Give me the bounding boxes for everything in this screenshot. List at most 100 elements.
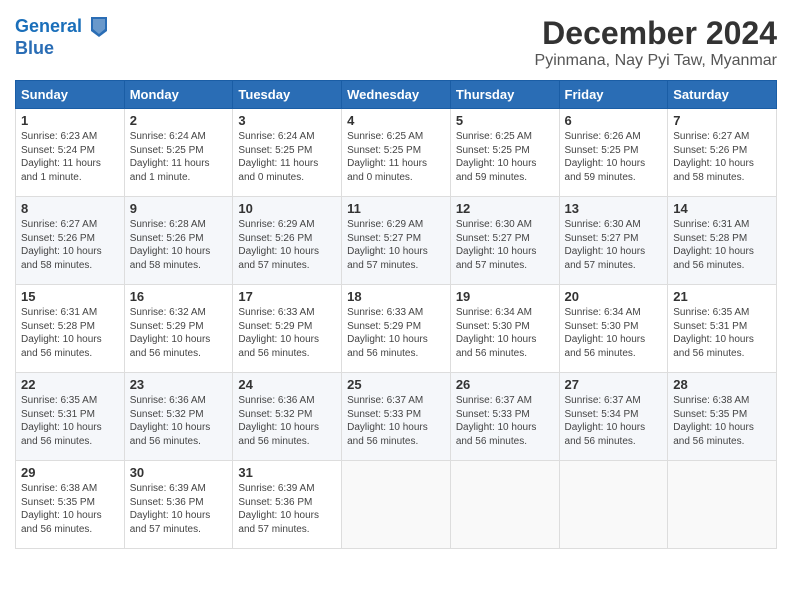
calendar-cell	[668, 461, 777, 549]
day-number: 5	[456, 113, 554, 128]
day-number: 19	[456, 289, 554, 304]
cell-content: Sunrise: 6:38 AM Sunset: 5:35 PM Dayligh…	[673, 394, 771, 448]
calendar-cell: 28 Sunrise: 6:38 AM Sunset: 5:35 PM Dayli…	[668, 373, 777, 461]
day-number: 21	[673, 289, 771, 304]
day-number: 2	[130, 113, 228, 128]
cell-content: Sunrise: 6:37 AM Sunset: 5:33 PM Dayligh…	[347, 394, 445, 448]
calendar-cell: 12 Sunrise: 6:30 AM Sunset: 5:27 PM Dayli…	[450, 197, 559, 285]
day-number: 23	[130, 377, 228, 392]
day-number: 17	[238, 289, 336, 304]
cell-content: Sunrise: 6:27 AM Sunset: 5:26 PM Dayligh…	[673, 130, 771, 184]
cell-content: Sunrise: 6:27 AM Sunset: 5:26 PM Dayligh…	[21, 218, 119, 272]
day-number: 29	[21, 465, 119, 480]
calendar-cell: 16Sunrise: 6:32 AM Sunset: 5:29 PM Dayli…	[124, 285, 233, 373]
calendar-cell	[450, 461, 559, 549]
location: Pyinmana, Nay Pyi Taw, Myanmar	[535, 52, 777, 70]
day-number: 10	[238, 201, 336, 216]
calendar-cell: 18 Sunrise: 6:33 AM Sunset: 5:29 PM Dayli…	[342, 285, 451, 373]
calendar-cell: 26Sunrise: 6:37 AM Sunset: 5:33 PM Dayli…	[450, 373, 559, 461]
calendar-week-row: 1Sunrise: 6:23 AM Sunset: 5:24 PM Daylig…	[16, 109, 777, 197]
logo: General Blue	[15, 15, 109, 59]
cell-content: Sunrise: 6:34 AM Sunset: 5:30 PM Dayligh…	[565, 306, 663, 360]
day-number: 24	[238, 377, 336, 392]
cell-content: Sunrise: 6:29 AM Sunset: 5:27 PM Dayligh…	[347, 218, 445, 272]
day-number: 18	[347, 289, 445, 304]
cell-content: Sunrise: 6:35 AM Sunset: 5:31 PM Dayligh…	[673, 306, 771, 360]
calendar-cell: 2 Sunrise: 6:24 AM Sunset: 5:25 PM Daylig…	[124, 109, 233, 197]
cell-content: Sunrise: 6:24 AM Sunset: 5:25 PM Dayligh…	[130, 130, 228, 184]
weekday-header: Tuesday	[233, 81, 342, 109]
day-number: 14	[673, 201, 771, 216]
cell-content: Sunrise: 6:24 AM Sunset: 5:25 PM Dayligh…	[238, 130, 336, 184]
page-header: General Blue December 2024 Pyinmana, Nay…	[15, 15, 777, 70]
calendar-week-row: 15 Sunrise: 6:31 AM Sunset: 5:28 PM Dayli…	[16, 285, 777, 373]
cell-content: Sunrise: 6:30 AM Sunset: 5:27 PM Dayligh…	[456, 218, 554, 272]
cell-content: Sunrise: 6:35 AM Sunset: 5:31 PM Dayligh…	[21, 394, 119, 448]
calendar-cell: 5 Sunrise: 6:25 AM Sunset: 5:25 PM Daylig…	[450, 109, 559, 197]
day-number: 12	[456, 201, 554, 216]
cell-content: Sunrise: 6:25 AM Sunset: 5:25 PM Dayligh…	[456, 130, 554, 184]
cell-content: Sunrise: 6:39 AM Sunset: 5:36 PM Dayligh…	[130, 482, 228, 536]
calendar-cell: 22 Sunrise: 6:35 AM Sunset: 5:31 PM Dayli…	[16, 373, 125, 461]
calendar-cell: 19Sunrise: 6:34 AM Sunset: 5:30 PM Dayli…	[450, 285, 559, 373]
calendar-week-row: 8 Sunrise: 6:27 AM Sunset: 5:26 PM Daylig…	[16, 197, 777, 285]
calendar-cell: 9Sunrise: 6:28 AM Sunset: 5:26 PM Daylig…	[124, 197, 233, 285]
day-number: 22	[21, 377, 119, 392]
calendar-cell: 11 Sunrise: 6:29 AM Sunset: 5:27 PM Dayli…	[342, 197, 451, 285]
cell-content: Sunrise: 6:31 AM Sunset: 5:28 PM Dayligh…	[673, 218, 771, 272]
weekday-header-row: SundayMondayTuesdayWednesdayThursdayFrid…	[16, 81, 777, 109]
weekday-header: Friday	[559, 81, 668, 109]
calendar-cell: 8 Sunrise: 6:27 AM Sunset: 5:26 PM Daylig…	[16, 197, 125, 285]
day-number: 4	[347, 113, 445, 128]
day-number: 20	[565, 289, 663, 304]
day-number: 28	[673, 377, 771, 392]
cell-content: Sunrise: 6:37 AM Sunset: 5:33 PM Dayligh…	[456, 394, 554, 448]
calendar-cell: 21 Sunrise: 6:35 AM Sunset: 5:31 PM Dayli…	[668, 285, 777, 373]
logo-text: General	[15, 15, 109, 39]
calendar-cell: 20 Sunrise: 6:34 AM Sunset: 5:30 PM Dayli…	[559, 285, 668, 373]
day-number: 11	[347, 201, 445, 216]
day-number: 30	[130, 465, 228, 480]
day-number: 8	[21, 201, 119, 216]
calendar-cell: 25 Sunrise: 6:37 AM Sunset: 5:33 PM Dayli…	[342, 373, 451, 461]
cell-content: Sunrise: 6:33 AM Sunset: 5:29 PM Dayligh…	[347, 306, 445, 360]
calendar-week-row: 29Sunrise: 6:38 AM Sunset: 5:35 PM Dayli…	[16, 461, 777, 549]
calendar-cell: 14 Sunrise: 6:31 AM Sunset: 5:28 PM Dayli…	[668, 197, 777, 285]
day-number: 27	[565, 377, 663, 392]
calendar-cell: 23 Sunrise: 6:36 AM Sunset: 5:32 PM Dayli…	[124, 373, 233, 461]
calendar-cell: 13 Sunrise: 6:30 AM Sunset: 5:27 PM Dayli…	[559, 197, 668, 285]
calendar-table: SundayMondayTuesdayWednesdayThursdayFrid…	[15, 80, 777, 549]
cell-content: Sunrise: 6:37 AM Sunset: 5:34 PM Dayligh…	[565, 394, 663, 448]
calendar-cell	[342, 461, 451, 549]
calendar-cell: 10Sunrise: 6:29 AM Sunset: 5:26 PM Dayli…	[233, 197, 342, 285]
cell-content: Sunrise: 6:23 AM Sunset: 5:24 PM Dayligh…	[21, 130, 119, 184]
day-number: 3	[238, 113, 336, 128]
cell-content: Sunrise: 6:25 AM Sunset: 5:25 PM Dayligh…	[347, 130, 445, 184]
day-number: 13	[565, 201, 663, 216]
weekday-header: Wednesday	[342, 81, 451, 109]
cell-content: Sunrise: 6:33 AM Sunset: 5:29 PM Dayligh…	[238, 306, 336, 360]
day-number: 7	[673, 113, 771, 128]
day-number: 31	[238, 465, 336, 480]
day-number: 25	[347, 377, 445, 392]
day-number: 6	[565, 113, 663, 128]
cell-content: Sunrise: 6:30 AM Sunset: 5:27 PM Dayligh…	[565, 218, 663, 272]
calendar-cell: 3 Sunrise: 6:24 AM Sunset: 5:25 PM Daylig…	[233, 109, 342, 197]
calendar-cell: 4 Sunrise: 6:25 AM Sunset: 5:25 PM Daylig…	[342, 109, 451, 197]
cell-content: Sunrise: 6:31 AM Sunset: 5:28 PM Dayligh…	[21, 306, 119, 360]
cell-content: Sunrise: 6:36 AM Sunset: 5:32 PM Dayligh…	[130, 394, 228, 448]
calendar-cell: 17 Sunrise: 6:33 AM Sunset: 5:29 PM Dayli…	[233, 285, 342, 373]
cell-content: Sunrise: 6:39 AM Sunset: 5:36 PM Dayligh…	[238, 482, 336, 536]
calendar-week-row: 22 Sunrise: 6:35 AM Sunset: 5:31 PM Dayli…	[16, 373, 777, 461]
title-block: December 2024 Pyinmana, Nay Pyi Taw, Mya…	[535, 15, 777, 70]
cell-content: Sunrise: 6:26 AM Sunset: 5:25 PM Dayligh…	[565, 130, 663, 184]
day-number: 15	[21, 289, 119, 304]
weekday-header: Sunday	[16, 81, 125, 109]
calendar-cell: 29Sunrise: 6:38 AM Sunset: 5:35 PM Dayli…	[16, 461, 125, 549]
calendar-cell: 30 Sunrise: 6:39 AM Sunset: 5:36 PM Dayli…	[124, 461, 233, 549]
cell-content: Sunrise: 6:32 AM Sunset: 5:29 PM Dayligh…	[130, 306, 228, 360]
month-title: December 2024	[535, 15, 777, 52]
calendar-cell	[559, 461, 668, 549]
weekday-header: Monday	[124, 81, 233, 109]
calendar-cell: 15 Sunrise: 6:31 AM Sunset: 5:28 PM Dayli…	[16, 285, 125, 373]
